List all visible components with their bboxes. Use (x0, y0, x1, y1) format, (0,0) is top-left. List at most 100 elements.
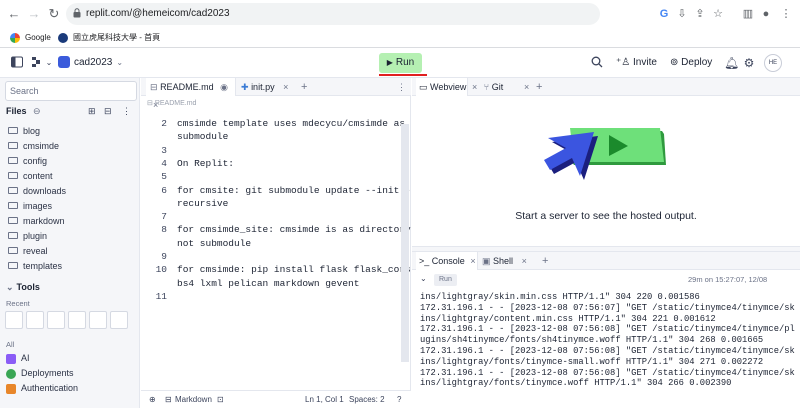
code-line[interactable]: cmsimde template uses mdecycu/cmsimde as (177, 118, 405, 129)
indent-setting[interactable]: Spaces: 2 (349, 395, 385, 404)
console-line: 172.31.196.1 - - [2023-12-08 07:56:08] "… (420, 367, 795, 378)
recent-tool-tile[interactable] (89, 311, 107, 329)
tab-console[interactable]: >_ Console × (416, 252, 478, 270)
recent-tool-tile[interactable] (26, 311, 44, 329)
chevron-down-icon[interactable]: ⌄ (420, 274, 427, 283)
invite-button[interactable]: ⁺♙ Invite (610, 53, 663, 73)
files-header[interactable]: Files ⊖ (6, 106, 41, 117)
code-line[interactable]: bs4 lxml pelican markdown gevent (177, 278, 359, 289)
language-info-icon[interactable]: ⊡ (217, 395, 224, 404)
bookmark-star-icon[interactable]: ☆ (710, 6, 726, 22)
forward-icon[interactable]: → (26, 6, 42, 22)
google-translate-icon[interactable]: G (656, 6, 672, 22)
close-icon[interactable]: × (522, 256, 527, 266)
back-icon[interactable]: ← (6, 6, 22, 22)
help-icon[interactable]: ? (397, 395, 401, 404)
cursor-position[interactable]: Ln 1, Col 1 (305, 395, 344, 404)
new-file-icon[interactable]: ⊞ (88, 106, 96, 117)
webview-pane: ▭ Webview × ⑂ Git × + Start a server to … (412, 78, 800, 246)
code-line[interactable]: for cmsite: git submodule update --init … (177, 185, 416, 196)
tool-authentication[interactable]: Authentication (6, 382, 78, 395)
profile-icon[interactable]: ● (758, 6, 774, 22)
share-icon[interactable]: ⇪ (692, 6, 708, 22)
code-line[interactable]: for cmsimde: pip install flask flask_cor… (177, 264, 411, 275)
settings-icon[interactable]: ⚙ (742, 56, 756, 70)
close-icon[interactable]: × (524, 78, 529, 96)
tab-webview[interactable]: ▭ Webview (416, 78, 468, 96)
file-tree-folder[interactable]: content (8, 169, 53, 183)
tool-ai[interactable]: AI (6, 352, 30, 365)
new-tab-button[interactable]: + (542, 252, 548, 270)
line-number: 2 (161, 118, 167, 129)
pane-menu-icon[interactable]: ⋮ (397, 78, 406, 96)
close-icon[interactable]: × (472, 82, 477, 92)
file-tree-folder[interactable]: markdown (8, 214, 65, 228)
tab-init-py[interactable]: ✚ init.py × (239, 78, 288, 96)
console-line: 172.31.196.1 - - [2023-12-08 07:56:07] "… (420, 302, 795, 313)
format-icon[interactable]: ⊕ (149, 395, 156, 404)
close-icon[interactable]: × (283, 82, 288, 92)
code-line[interactable]: submodule (177, 131, 228, 142)
code-line[interactable]: On Replit: (177, 158, 234, 169)
language-mode[interactable]: Markdown (175, 395, 212, 404)
run-button[interactable]: ▶ Run (379, 53, 422, 73)
file-tree-folder[interactable]: templates (8, 259, 62, 273)
tab-readme[interactable]: ⊟ README.md ◉ × (146, 78, 236, 110)
recent-tools (5, 311, 131, 331)
deploy-button[interactable]: ⊚ Deploy (664, 53, 718, 73)
tab-shell[interactable]: ▣ Shell × (482, 252, 527, 270)
line-number: 6 (161, 184, 167, 196)
bookmark-nfu[interactable]: 國立虎尾科技大學 - 首頁 (58, 31, 160, 45)
recent-tool-tile[interactable] (68, 311, 86, 329)
address-bar[interactable]: replit.com/@hemeicom/cad2023 (66, 3, 600, 25)
folder-icon (8, 157, 18, 165)
sidebar-toggle-icon[interactable] (10, 56, 24, 70)
close-icon[interactable]: × (470, 256, 475, 266)
editor-tab-bar: ⊟ README.md ◉ × ✚ init.py × + ⋮ (141, 78, 411, 110)
chevron-down-icon[interactable]: ⌄ (42, 56, 56, 70)
reload-icon[interactable]: ↻ (46, 6, 62, 22)
file-tree-folder[interactable]: blog (8, 124, 40, 138)
file-tree-folder[interactable]: config (8, 154, 47, 168)
console-line: ins/lightgray/skin.min.css HTTP/1.1" 304… (420, 292, 700, 302)
file-tree-folder[interactable]: reveal (8, 244, 48, 258)
preview-eye-icon[interactable]: ◉ (220, 82, 228, 92)
recent-tool-tile[interactable] (5, 311, 23, 329)
code-line[interactable]: not submodule (177, 238, 251, 249)
search-input[interactable]: Search (5, 81, 137, 101)
recent-tool-tile[interactable] (47, 311, 65, 329)
file-tree-folder[interactable]: images (8, 199, 52, 213)
side-panel-icon[interactable]: ▥ (740, 6, 756, 22)
avatar[interactable]: HE (764, 54, 782, 72)
recent-tool-tile[interactable] (110, 311, 128, 329)
folder-icon (8, 262, 18, 270)
run-underline (379, 74, 427, 76)
console-line: ins/lightgray/fonts/tinymce-small.woff H… (420, 356, 764, 367)
bell-icon[interactable]: 🔔︎ (724, 56, 739, 70)
folder-icon (8, 217, 18, 225)
bookmark-google[interactable]: Google (10, 31, 51, 45)
more-icon[interactable]: ⋮ (122, 106, 131, 117)
new-tab-button[interactable]: + (301, 78, 307, 96)
repl-name[interactable]: cad2023 ⌄ (58, 55, 123, 71)
console-output: ins/lightgray/skin.min.css HTTP/1.1" 304… (420, 292, 798, 389)
editor-pane: ⊟ README.md ◉ × ✚ init.py × + ⋮ ⊟ README… (141, 78, 416, 408)
new-tab-button[interactable]: + (536, 78, 542, 96)
code-line[interactable]: for cmsimde_site: cmsimde is as director… (177, 224, 411, 235)
tools-header[interactable]: ⌄ Tools (6, 282, 40, 293)
file-tree-folder[interactable]: cmsimde (8, 139, 59, 153)
tool-deployments[interactable]: Deployments (6, 367, 74, 380)
new-folder-icon[interactable]: ⊟ (104, 106, 112, 117)
play-icon: ▶ (386, 58, 393, 67)
history-icon[interactable]: ⊖ (33, 106, 41, 116)
language-icon: ⊟ (165, 395, 172, 404)
file-tree-folder[interactable]: plugin (8, 229, 47, 243)
editor-scrollbar[interactable] (401, 124, 409, 362)
code-line[interactable]: recursive (177, 198, 228, 209)
tab-git[interactable]: × ⑂ Git (472, 78, 503, 96)
file-tree-folder[interactable]: downloads (8, 184, 66, 198)
chevron-down-icon: ⌄ (116, 58, 124, 67)
download-icon[interactable]: ⇩ (674, 6, 690, 22)
search-icon[interactable] (590, 56, 604, 70)
browser-menu-icon[interactable]: ⋮ (778, 6, 794, 22)
